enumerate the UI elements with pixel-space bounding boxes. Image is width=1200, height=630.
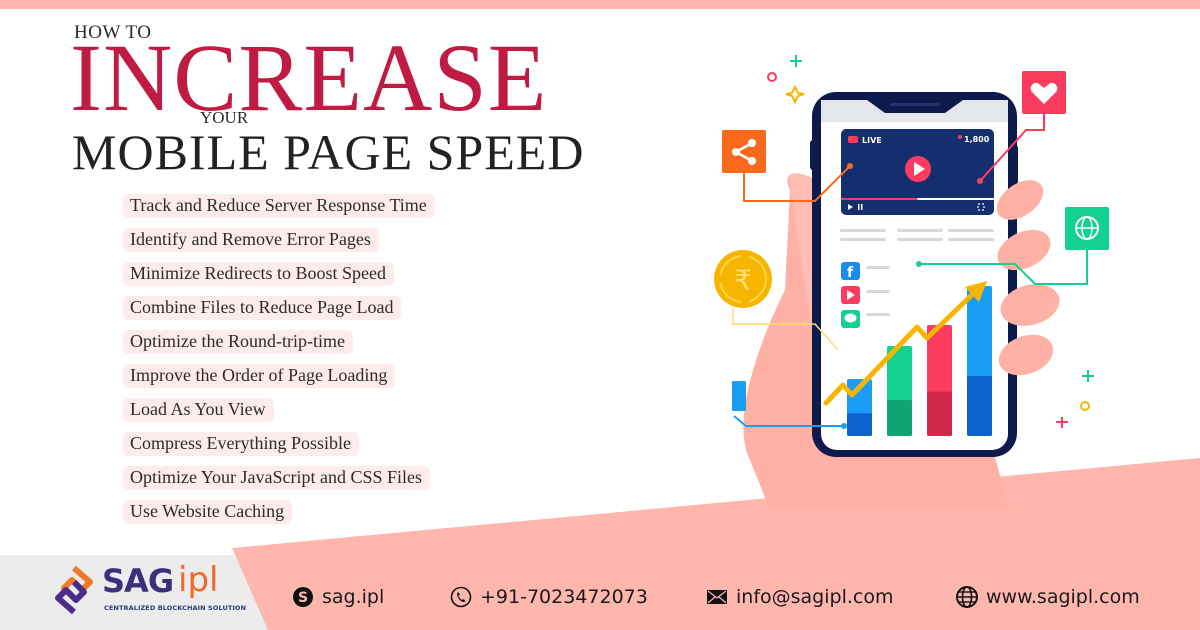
email-contact[interactable]: info@sagipl.com — [706, 586, 893, 608]
phone-number: +91-7023472073 — [480, 586, 648, 608]
chart-bar-shade — [847, 413, 872, 436]
chart-bar-shade — [927, 391, 952, 436]
skype-contact[interactable]: S sag.ipl — [292, 586, 384, 608]
brand-suffix: ipl — [178, 560, 219, 600]
svg-text:S: S — [298, 590, 308, 606]
live-icon — [848, 136, 858, 143]
mini-bar — [732, 381, 746, 411]
brand-logo[interactable]: SAG ipl CENTRALIZED BLOCKCHAIN SOLUTION — [52, 560, 246, 620]
phone-contact[interactable]: +91-7023472073 — [450, 586, 648, 608]
share-icon — [722, 130, 766, 173]
svg-text:f: f — [847, 265, 854, 281]
svg-text:₹: ₹ — [734, 264, 752, 297]
globe-icon — [956, 586, 978, 608]
email-icon — [706, 586, 728, 608]
email-address: info@sagipl.com — [736, 586, 894, 608]
website-url: www.sagipl.com — [986, 586, 1140, 608]
website-contact[interactable]: www.sagipl.com — [956, 586, 1140, 608]
viewer-icon — [958, 135, 962, 139]
pause-icon — [858, 204, 860, 210]
logo-mark-icon — [55, 565, 93, 615]
live-label: LIVE — [862, 136, 882, 145]
chart-bar-shade — [967, 376, 992, 436]
phone-icon — [450, 586, 472, 608]
chart-bar-shade — [887, 400, 912, 436]
viewer-count: 1,800 — [964, 135, 990, 144]
brand-name: SAG — [102, 562, 174, 600]
brand-tagline: CENTRALIZED BLOCKCHAIN SOLUTION — [104, 604, 247, 612]
skype-icon: S — [292, 586, 314, 608]
sparkle-circle — [767, 72, 777, 82]
video-progress — [841, 198, 918, 200]
sparkle-star — [785, 84, 805, 105]
phone-illustration: LIVE 1,800 f ₹ — [714, 55, 1109, 510]
skype-handle: sag.ipl — [322, 586, 385, 608]
sparkle-plus — [790, 55, 802, 67]
